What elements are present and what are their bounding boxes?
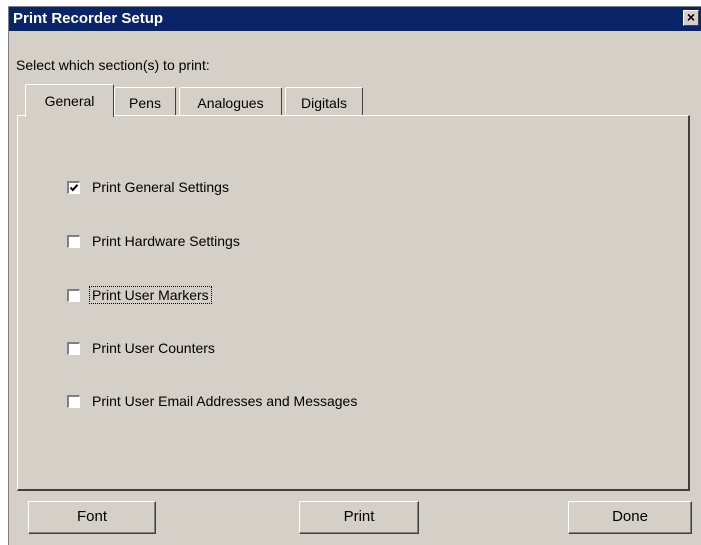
tab-panel-general: Print General Settings Print Hardware Se… [17, 115, 690, 491]
checkbox[interactable] [66, 393, 81, 409]
tab-analogues[interactable]: Analogues [179, 87, 282, 115]
option-label: Print General Settings [92, 179, 229, 195]
font-button[interactable]: Font [28, 501, 156, 534]
option-label: Print User Markers [89, 286, 212, 304]
print-button[interactable]: Print [299, 501, 419, 534]
option-print-user-markers[interactable]: Print User Markers [66, 285, 212, 305]
done-button[interactable]: Done [568, 501, 692, 534]
section-prompt: Select which section(s) to print: [16, 57, 210, 73]
checkbox[interactable] [66, 287, 81, 303]
tab-digitals[interactable]: Digitals [285, 87, 363, 115]
close-icon[interactable]: × [683, 10, 699, 26]
checkmark-icon [69, 183, 79, 191]
title-bar[interactable]: Print Recorder Setup × [9, 7, 701, 31]
tab-general[interactable]: General [25, 84, 114, 117]
window-title: Print Recorder Setup [13, 10, 164, 27]
option-print-user-email[interactable]: Print User Email Addresses and Messages [66, 391, 358, 411]
option-label: Print User Counters [92, 340, 215, 356]
checkbox[interactable] [66, 179, 81, 195]
option-print-user-counters[interactable]: Print User Counters [66, 338, 215, 358]
option-print-general-settings[interactable]: Print General Settings [66, 177, 229, 197]
option-label: Print Hardware Settings [92, 233, 240, 249]
tab-pens[interactable]: Pens [114, 87, 176, 115]
option-print-hardware-settings[interactable]: Print Hardware Settings [66, 231, 240, 251]
option-label: Print User Email Addresses and Messages [92, 393, 358, 409]
print-recorder-setup-dialog: Print Recorder Setup × Select which sect… [8, 6, 701, 545]
checkbox[interactable] [66, 340, 81, 356]
checkbox[interactable] [66, 233, 81, 249]
